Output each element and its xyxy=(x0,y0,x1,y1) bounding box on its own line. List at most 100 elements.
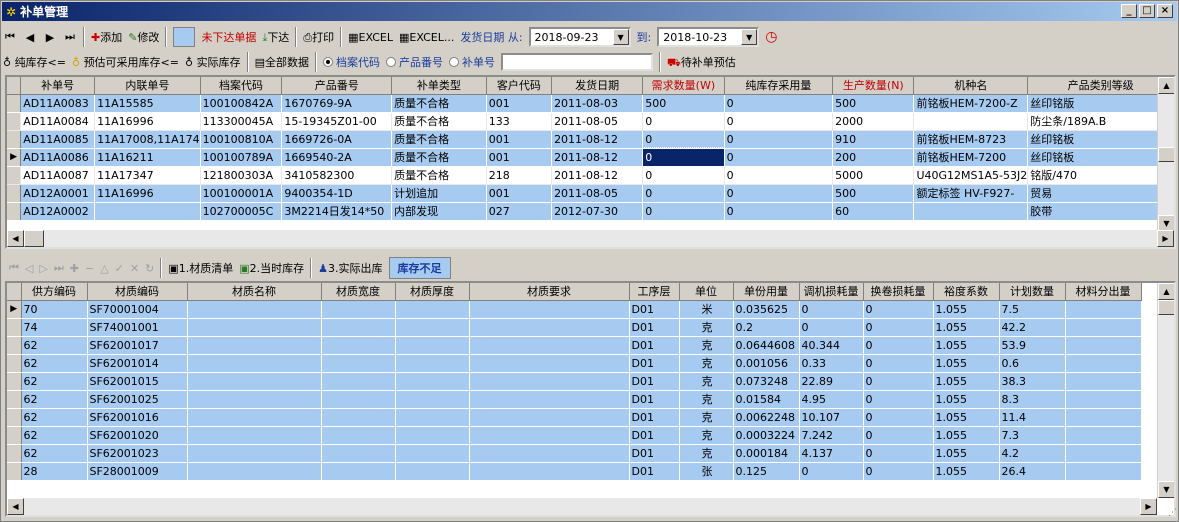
table-cell[interactable]: 11A17008,11A174 xyxy=(94,130,201,149)
table-cell[interactable]: 0 xyxy=(724,148,834,167)
table-cell[interactable] xyxy=(395,462,470,481)
column-header[interactable]: 产品番号 xyxy=(281,77,393,95)
table-row[interactable]: 62 SF62001014 D01 克 0.001056 0.33 0 1.055 0.6 xyxy=(7,354,1161,373)
table-cell[interactable] xyxy=(321,408,396,427)
table-cell[interactable]: 前铭板HEM-7200 xyxy=(913,148,1029,167)
table-cell[interactable] xyxy=(321,300,396,319)
table-cell[interactable]: 0.0644608 xyxy=(733,336,800,355)
column-header[interactable]: 产品类别等级 xyxy=(1027,77,1174,95)
row-indicator[interactable] xyxy=(7,318,22,337)
table-cell[interactable]: 0 xyxy=(799,300,864,319)
table-cell[interactable]: 前铭板HEM-8723 xyxy=(913,130,1029,149)
row-indicator[interactable] xyxy=(7,444,22,463)
table-cell[interactable]: AD12A0001 xyxy=(20,184,96,203)
column-header[interactable]: 材质编码 xyxy=(87,283,188,301)
table-cell[interactable]: 计划追加 xyxy=(391,184,487,203)
table-cell[interactable]: 62 xyxy=(21,408,88,427)
table-row[interactable]: 62 SF62001020 D01 克 0.0003224 7.242 0 1.055 7.3 xyxy=(7,426,1161,445)
excel-export-button[interactable]: ▦EXCEL xyxy=(348,31,393,44)
scroll-up-icon[interactable]: ▲ xyxy=(1158,283,1174,300)
table-cell[interactable] xyxy=(469,354,630,373)
table-row[interactable]: 62 SF62001017 D01 克 0.0644608 40.344 0 1.055 53.… xyxy=(7,336,1161,355)
table-cell[interactable]: 42.2 xyxy=(999,318,1066,337)
table-row[interactable]: 62 SF62001016 D01 克 0.0062248 10.107 0 1.055 11.… xyxy=(7,408,1161,427)
table-cell[interactable]: 500 xyxy=(642,94,725,113)
table-row[interactable]: 62 SF62001025 D01 克 0.01584 4.95 0 1.055 8.3 xyxy=(7,390,1161,409)
radio-archive-code[interactable]: 档案代码 xyxy=(322,54,380,70)
table-cell[interactable]: SF28001009 xyxy=(87,462,188,481)
column-header[interactable]: 机种名 xyxy=(913,77,1029,95)
row-indicator[interactable] xyxy=(7,202,22,221)
excel-export-more-button[interactable]: ▦EXCEL... xyxy=(399,31,454,44)
column-header[interactable]: 换卷损耗量 xyxy=(863,283,934,301)
table-cell[interactable]: 1.055 xyxy=(933,462,1000,481)
table-cell[interactable]: 克 xyxy=(679,354,734,373)
table-cell[interactable]: 2000 xyxy=(832,112,915,131)
table-cell[interactable]: 克 xyxy=(679,426,734,445)
table-cell[interactable] xyxy=(1065,300,1142,319)
table-cell[interactable]: D01 xyxy=(629,426,680,445)
table-cell[interactable]: 60 xyxy=(832,202,915,221)
table-cell[interactable]: 62 xyxy=(21,354,88,373)
table-cell[interactable] xyxy=(913,112,1029,131)
table-cell[interactable] xyxy=(187,390,322,409)
column-header[interactable]: 材质名称 xyxy=(187,283,322,301)
table-cell[interactable]: 200 xyxy=(832,148,915,167)
actual-stock-filter[interactable]: ♁ 实际库存 xyxy=(185,54,241,70)
table-cell[interactable] xyxy=(395,444,470,463)
table-cell[interactable]: 丝印铭板 xyxy=(1027,130,1174,149)
row-indicator[interactable] xyxy=(7,184,22,203)
orders-vertical-scrollbar[interactable]: ▲ ▼ xyxy=(1157,77,1174,232)
table-cell[interactable]: 0 xyxy=(799,318,864,337)
scroll-right-icon[interactable]: ▶ xyxy=(1157,230,1174,247)
table-cell[interactable]: 0.001056 xyxy=(733,354,800,373)
last-record-icon[interactable]: ⏭ xyxy=(63,30,77,44)
table-cell[interactable]: 0 xyxy=(863,354,934,373)
table-cell[interactable] xyxy=(187,444,322,463)
table-cell[interactable]: 0 xyxy=(642,130,725,149)
table-cell[interactable] xyxy=(395,390,470,409)
table-cell[interactable] xyxy=(321,426,396,445)
table-cell[interactable] xyxy=(321,336,396,355)
table-cell[interactable]: 张 xyxy=(679,462,734,481)
row-indicator[interactable]: ▶ xyxy=(7,300,22,319)
table-cell[interactable] xyxy=(94,202,201,221)
column-header[interactable]: 材质要求 xyxy=(469,283,630,301)
table-cell[interactable]: 0 xyxy=(642,112,725,131)
table-cell[interactable]: 克 xyxy=(679,390,734,409)
radio-product-no[interactable]: 产品番号 xyxy=(385,54,443,70)
table-cell[interactable]: 1669540-2A xyxy=(281,148,393,167)
column-header[interactable]: 材质厚度 xyxy=(395,283,470,301)
table-cell[interactable]: 28 xyxy=(21,462,88,481)
table-cell[interactable]: 2011-08-03 xyxy=(551,94,644,113)
table-row[interactable]: AD11A0083 11A15585 100100842A 1670769-9A 质量不… xyxy=(7,94,1174,113)
column-header[interactable]: 发货日期 xyxy=(551,77,644,95)
table-cell[interactable]: 0 xyxy=(642,166,725,185)
table-cell[interactable]: 0 xyxy=(799,462,864,481)
table-cell[interactable]: 11A16211 xyxy=(94,148,201,167)
table-cell[interactable]: 克 xyxy=(679,408,734,427)
table-cell[interactable] xyxy=(469,426,630,445)
table-cell[interactable]: 500 xyxy=(832,184,915,203)
column-header[interactable]: 材质宽度 xyxy=(321,283,396,301)
table-cell[interactable]: 0.2 xyxy=(733,318,800,337)
post-record-icon[interactable]: ✓ xyxy=(115,262,124,275)
table-cell[interactable]: 质量不合格 xyxy=(391,112,487,131)
search-input[interactable] xyxy=(500,53,653,71)
maximize-button[interactable]: □ xyxy=(1139,4,1155,18)
table-cell[interactable]: SF74001001 xyxy=(87,318,188,337)
table-cell[interactable]: 11.4 xyxy=(999,408,1066,427)
table-cell[interactable] xyxy=(1065,408,1142,427)
table-cell[interactable]: 克 xyxy=(679,336,734,355)
minimize-button[interactable]: _ xyxy=(1121,4,1137,18)
table-cell[interactable]: 4.2 xyxy=(999,444,1066,463)
table-cell[interactable]: SF62001016 xyxy=(87,408,188,427)
date-to-picker[interactable]: 2018-10-23 ▼ xyxy=(657,27,760,47)
table-cell[interactable]: AD11A0086 xyxy=(20,148,96,167)
table-cell[interactable]: 62 xyxy=(21,426,88,445)
table-row[interactable]: 62 SF62001023 D01 克 0.000184 4.137 0 1.055 4.2 xyxy=(7,444,1161,463)
table-cell[interactable]: 1.055 xyxy=(933,444,1000,463)
table-cell[interactable] xyxy=(187,462,322,481)
table-cell[interactable] xyxy=(395,336,470,355)
cancel-record-icon[interactable]: ✕ xyxy=(130,262,139,275)
